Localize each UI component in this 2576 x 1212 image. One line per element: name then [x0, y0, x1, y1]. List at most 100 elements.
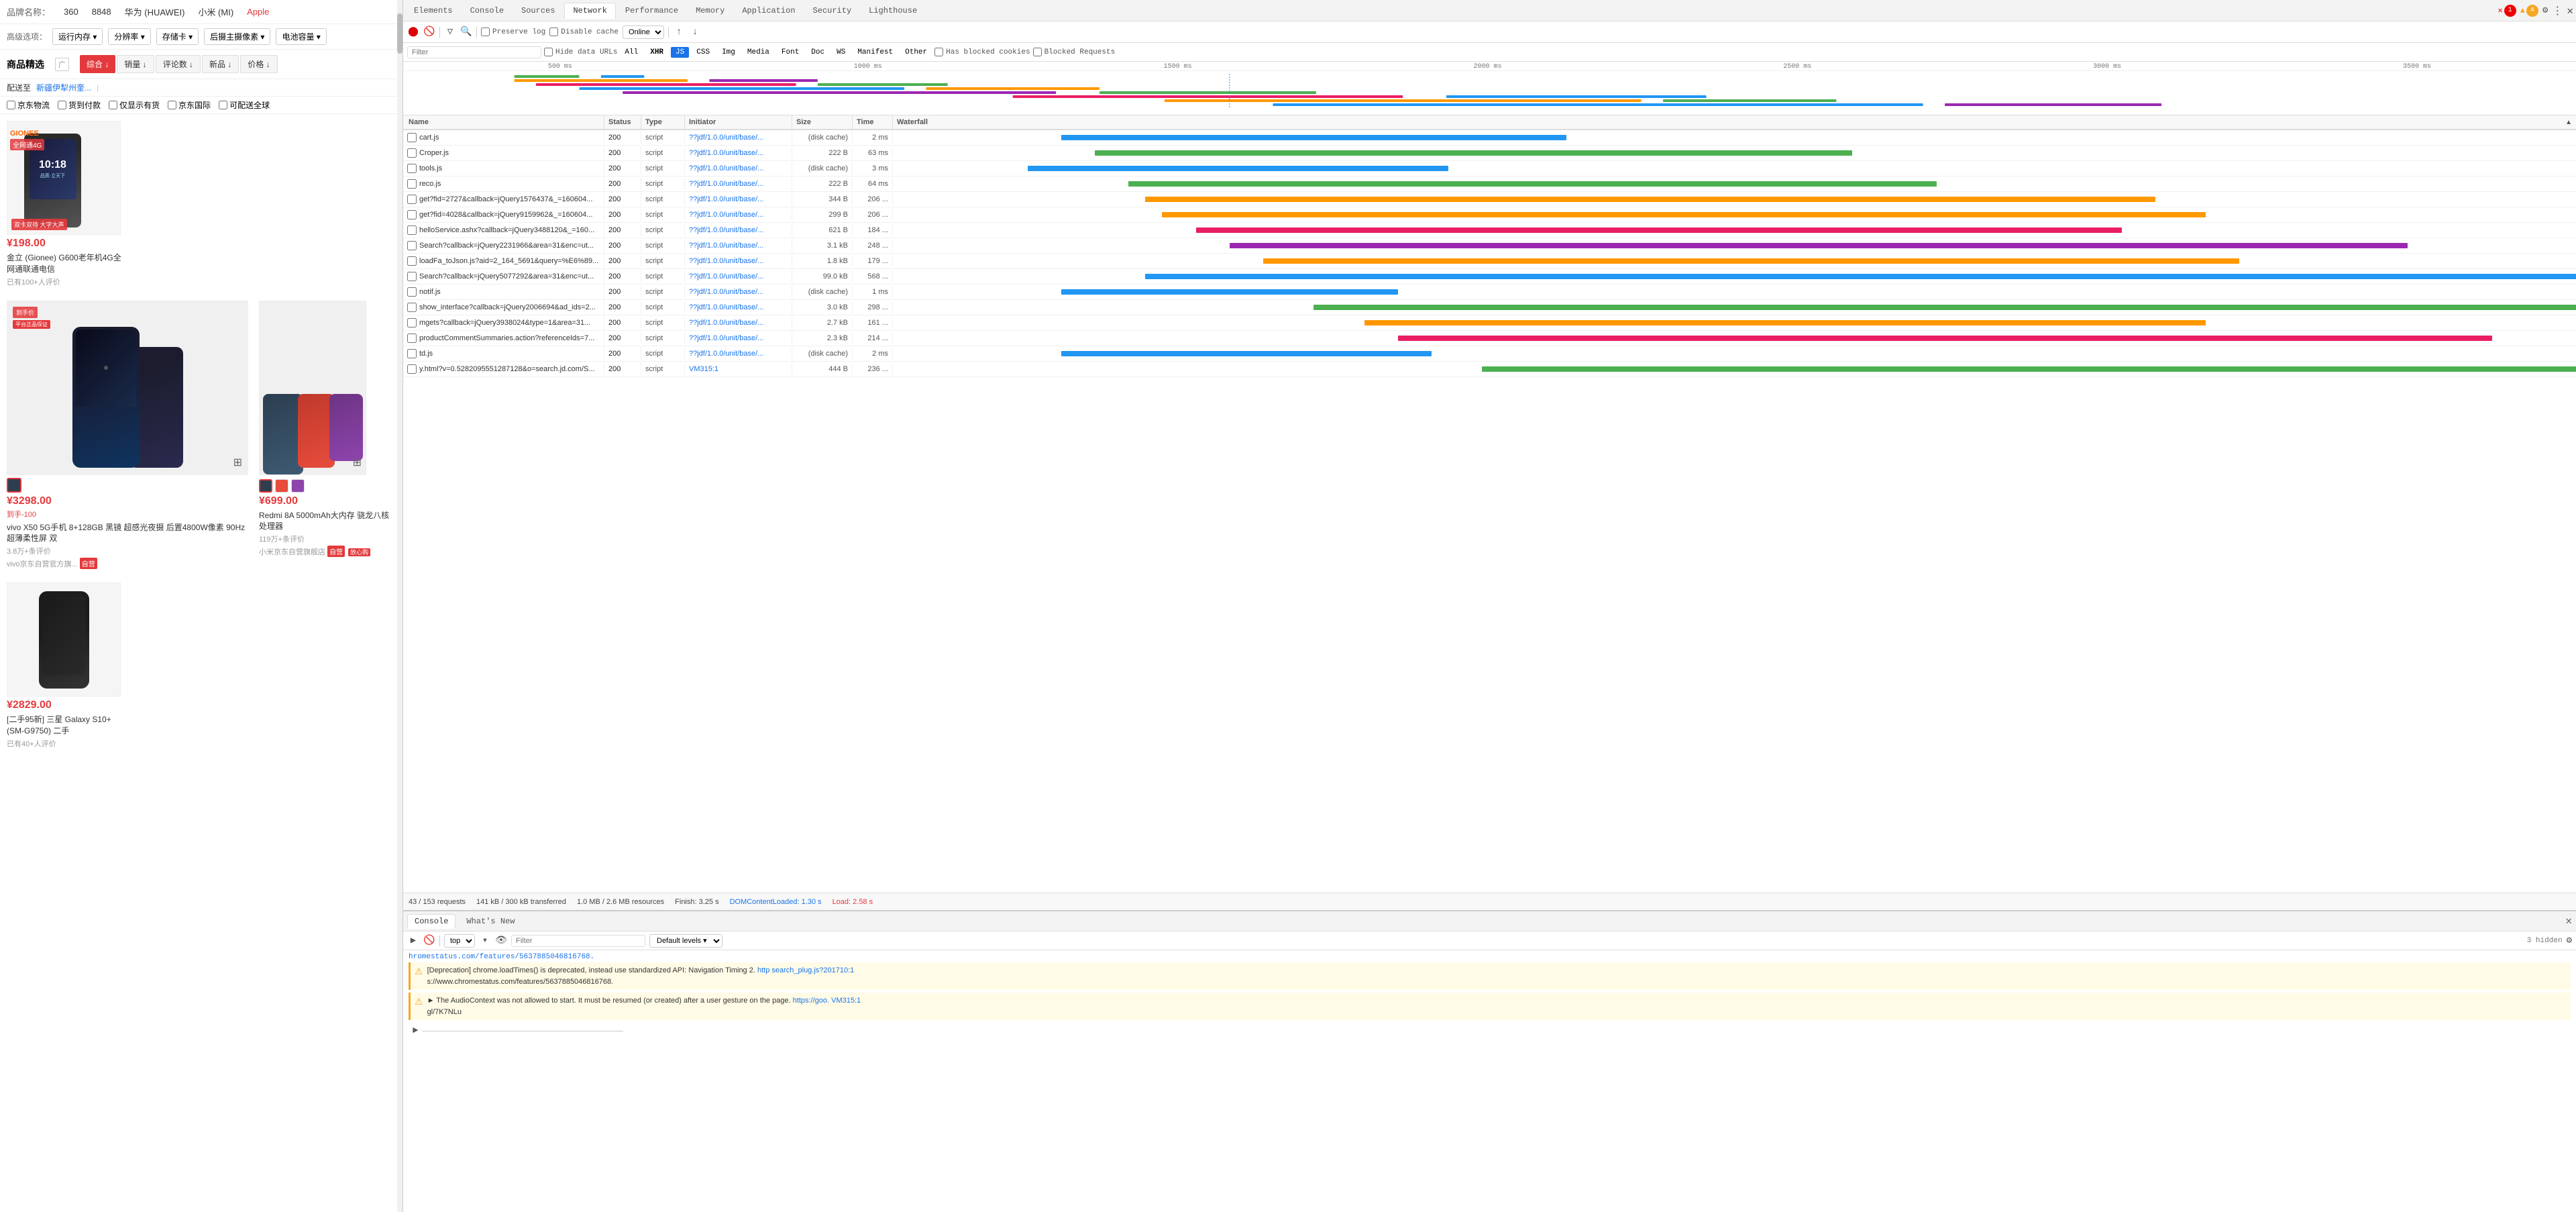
brand-xiaomi[interactable]: 小米 (MI) — [198, 5, 233, 18]
row-checkbox-13[interactable] — [407, 334, 417, 343]
table-row[interactable]: notif.js 200 script ??jdf/1.0.0/unit/bas… — [403, 285, 2576, 300]
console-level-select[interactable]: Default levels ▾ — [649, 934, 722, 948]
settings-icon[interactable]: ⚙ — [2542, 5, 2548, 16]
tab-sources[interactable]: Sources — [513, 3, 563, 18]
opt-jd-intl-checkbox[interactable] — [168, 101, 176, 109]
td-initiator-13[interactable]: ??jdf/1.0.0/unit/base/... — [685, 332, 792, 344]
table-row[interactable]: reco.js 200 script ??jdf/1.0.0/unit/base… — [403, 176, 2576, 192]
filter-battery[interactable]: 电池容量 ▾ — [276, 28, 326, 45]
preserve-log-label[interactable]: Preserve log — [481, 28, 545, 36]
network-throttle-select[interactable]: Online — [623, 26, 664, 39]
filter-ws-btn[interactable]: WS — [832, 47, 850, 58]
row-checkbox-8[interactable] — [407, 256, 417, 266]
table-row[interactable]: productCommentSummaries.action?reference… — [403, 331, 2576, 346]
has-blocked-cookies-checkbox[interactable] — [934, 48, 943, 56]
row-checkbox-6[interactable] — [407, 225, 417, 235]
opt-jd-logistics[interactable]: 京东物流 — [7, 99, 50, 111]
brand-8848[interactable]: 8848 — [92, 7, 111, 17]
console-prompt[interactable]: ► — [409, 1023, 2571, 1039]
swatch-red[interactable] — [275, 479, 288, 493]
product-card-gionee[interactable]: 10:18 品质·立天下 GIONEE 全网通4G 双卡双待 大字大声 ¥198… — [7, 121, 127, 287]
td-initiator-6[interactable]: ??jdf/1.0.0/unit/base/... — [685, 224, 792, 236]
record-button[interactable]: ⬤ — [407, 26, 419, 38]
console-settings-icon[interactable]: ⚙ — [2567, 935, 2572, 946]
filter-ram[interactable]: 运行内存 ▾ — [52, 28, 103, 45]
console-tab-whats-new[interactable]: What's New — [460, 915, 521, 928]
blocked-requests-checkbox[interactable] — [1033, 48, 1042, 56]
tab-performance[interactable]: Performance — [617, 3, 686, 18]
opt-jd-logistics-checkbox[interactable] — [7, 101, 15, 109]
td-initiator-15[interactable]: VM315:1 — [685, 363, 792, 375]
row-checkbox-0[interactable] — [407, 133, 417, 142]
table-row[interactable]: show_interface?callback=jQuery2006694&ad… — [403, 300, 2576, 315]
row-checkbox-11[interactable] — [407, 303, 417, 312]
hide-data-urls-label[interactable]: Hide data URLs — [544, 48, 617, 56]
filter-doc-btn[interactable]: Doc — [806, 47, 829, 58]
warn-link-1[interactable]: http search_plug.js?201710:1 — [757, 966, 854, 974]
sort-tab-new[interactable]: 新品 ↓ — [202, 55, 239, 73]
product-card-redmi[interactable]: ⊞ ¥699.00 Redmi 8A 5000mAh大内存 骁龙八核处理器 11… — [259, 301, 395, 570]
td-initiator-10[interactable]: ??jdf/1.0.0/unit/base/... — [685, 286, 792, 298]
brand-apple[interactable]: Apple — [247, 7, 269, 17]
td-initiator-0[interactable]: ??jdf/1.0.0/unit/base/... — [685, 132, 792, 144]
table-row[interactable]: cart.js 200 script ??jdf/1.0.0/unit/base… — [403, 130, 2576, 146]
sort-tab-composite[interactable]: 综合 ↓ — [80, 55, 115, 73]
sort-tab-price[interactable]: 价格 ↓ — [240, 55, 277, 73]
table-row[interactable]: Search?callback=jQuery2231966&area=31&en… — [403, 238, 2576, 254]
opt-global[interactable]: 可配送全球 — [219, 99, 270, 111]
opt-cod-checkbox[interactable] — [58, 101, 66, 109]
td-initiator-7[interactable]: ??jdf/1.0.0/unit/base/... — [685, 240, 792, 252]
table-row[interactable]: get?fid=2727&callback=jQuery1576437&_=16… — [403, 192, 2576, 207]
row-checkbox-9[interactable] — [407, 272, 417, 281]
swatch-black[interactable] — [7, 478, 21, 493]
grid-icon[interactable]: ⊞ — [233, 457, 242, 468]
row-checkbox-4[interactable] — [407, 195, 417, 204]
brand-360[interactable]: 360 — [64, 7, 78, 17]
product-card-vivo[interactable]: 到手价 平台正品保证 ⊞ ¥3298.00 到手-100 vivo X50 5G… — [7, 301, 248, 570]
has-blocked-cookies-label[interactable]: Has blocked cookies — [934, 48, 1030, 56]
filter-font-btn[interactable]: Font — [777, 47, 804, 58]
td-initiator-2[interactable]: ??jdf/1.0.0/unit/base/... — [685, 162, 792, 174]
console-eye-icon[interactable]: 👁 — [495, 935, 507, 947]
search-icon[interactable]: 🔍 — [460, 26, 472, 38]
delivery-location[interactable]: 新疆伊犁州奎... — [36, 82, 91, 93]
import-har-button[interactable]: ↑ — [673, 26, 685, 38]
table-row[interactable]: td.js 200 script ??jdf/1.0.0/unit/base/.… — [403, 346, 2576, 362]
close-devtools-icon[interactable]: ✕ — [2567, 4, 2573, 17]
grid-icon-redmi[interactable]: ⊞ — [353, 457, 362, 468]
filter-icon[interactable]: ▽ — [444, 26, 456, 38]
row-checkbox-10[interactable] — [407, 287, 417, 297]
td-initiator-1[interactable]: ??jdf/1.0.0/unit/base/... — [685, 147, 792, 159]
th-size[interactable]: Size — [792, 115, 853, 129]
console-block-icon[interactable]: 🚫 — [423, 935, 435, 947]
td-initiator-11[interactable]: ??jdf/1.0.0/unit/base/... — [685, 301, 792, 313]
th-status[interactable]: Status — [604, 115, 641, 129]
td-initiator-8[interactable]: ??jdf/1.0.0/unit/base/... — [685, 255, 792, 267]
console-dropdown-icon[interactable]: ▾ — [479, 935, 491, 947]
swatch-purple[interactable] — [291, 479, 305, 493]
console-execute-icon[interactable]: ▶ — [407, 935, 419, 947]
th-waterfall[interactable]: Waterfall ▲ — [893, 115, 2576, 129]
opt-in-stock-checkbox[interactable] — [109, 101, 117, 109]
table-row[interactable]: y.html?v=0.5282095551287128&o=search.jd.… — [403, 362, 2576, 377]
filter-resolution[interactable]: 分辨率 ▾ — [108, 28, 150, 45]
filter-img-btn[interactable]: Img — [717, 47, 740, 58]
table-row[interactable]: Croper.js 200 script ??jdf/1.0.0/unit/ba… — [403, 146, 2576, 161]
row-checkbox-3[interactable] — [407, 179, 417, 189]
row-checkbox-7[interactable] — [407, 241, 417, 250]
opt-global-checkbox[interactable] — [219, 101, 227, 109]
table-row[interactable]: tools.js 200 script ??jdf/1.0.0/unit/bas… — [403, 161, 2576, 176]
console-tab-console[interactable]: Console — [407, 914, 455, 929]
disable-cache-label[interactable]: Disable cache — [549, 28, 619, 36]
tab-elements[interactable]: Elements — [406, 3, 461, 18]
table-row[interactable]: Search?callback=jQuery5077292&area=31&en… — [403, 269, 2576, 285]
th-type[interactable]: Type — [641, 115, 685, 129]
th-initiator[interactable]: Initiator — [685, 115, 792, 129]
td-initiator-4[interactable]: ??jdf/1.0.0/unit/base/... — [685, 193, 792, 205]
waterfall-sort-icon[interactable]: ▲ — [2565, 119, 2572, 126]
filter-media-btn[interactable]: Media — [743, 47, 774, 58]
table-row[interactable]: helloService.ashx?callback=jQuery3488120… — [403, 223, 2576, 238]
filter-css-btn[interactable]: CSS — [692, 47, 714, 58]
row-checkbox-12[interactable] — [407, 318, 417, 327]
filter-all-btn[interactable]: All — [620, 47, 643, 58]
